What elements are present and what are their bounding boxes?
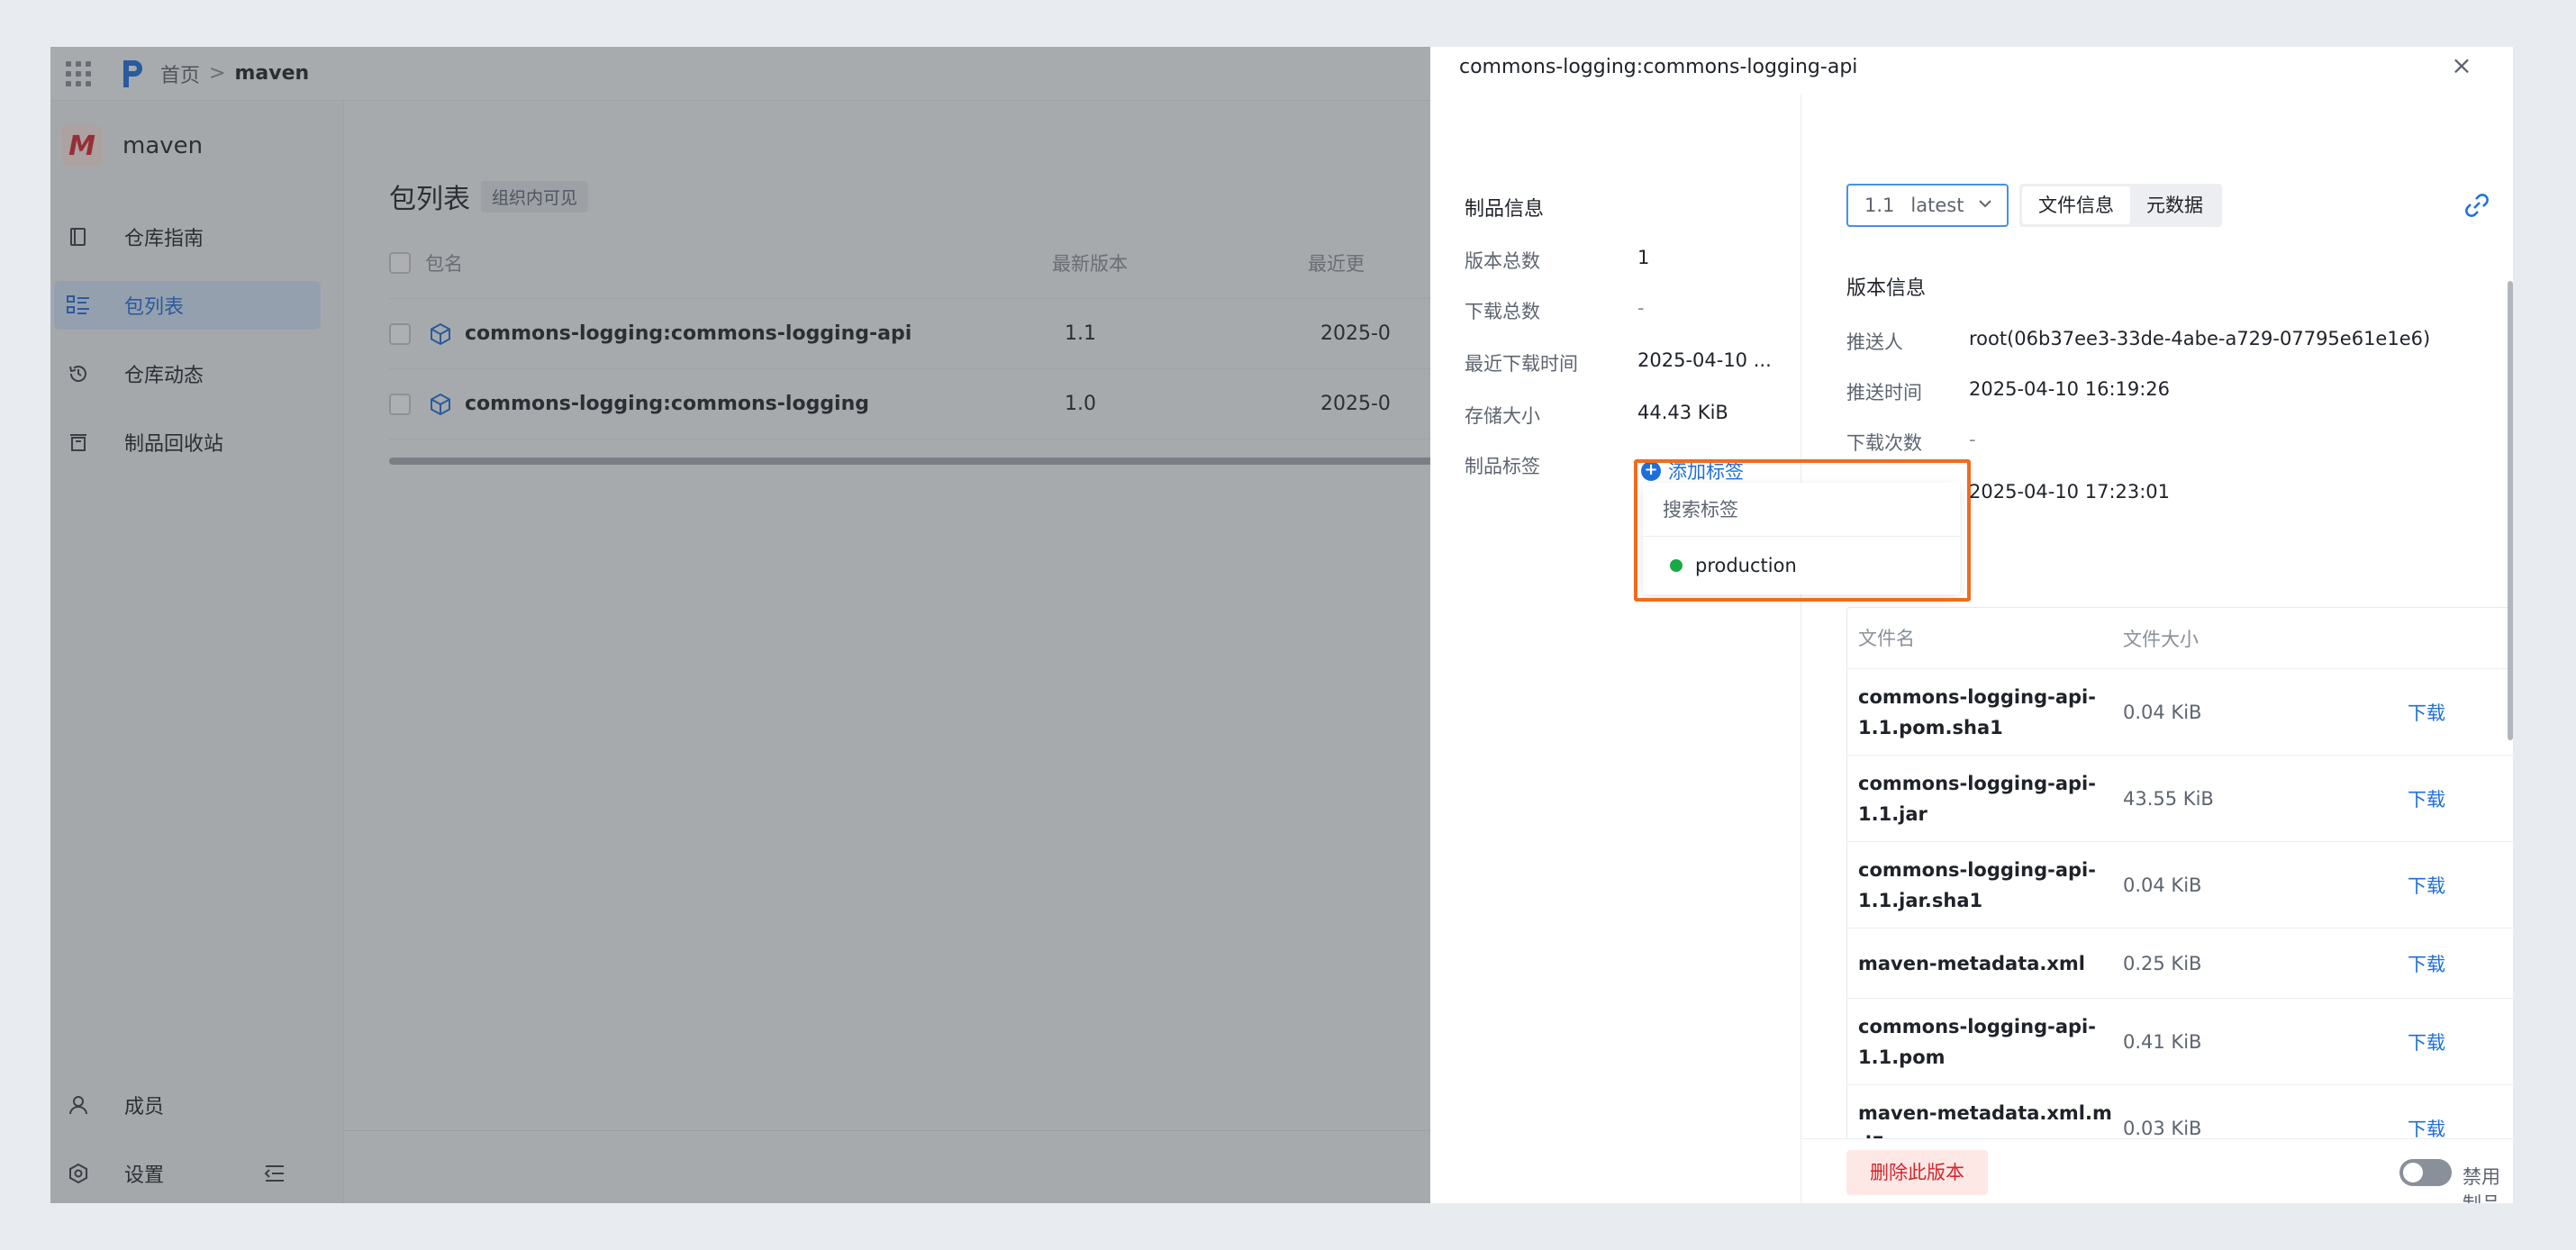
- column-header-filesize: 文件大小: [2123, 628, 2199, 650]
- download-link[interactable]: 下载: [2408, 699, 2445, 726]
- file-name: commons-logging-api- 1.1.pom.sha1: [1858, 685, 2096, 738]
- info-label: 版本总数: [1465, 250, 1540, 272]
- section-title: 版本信息: [1846, 277, 1927, 300]
- file-name: commons-logging-api- 1.1.jar.sha1: [1858, 858, 2096, 911]
- info-label: 推送人: [1846, 331, 1903, 353]
- download-link[interactable]: 下载: [2408, 950, 2445, 977]
- version-tag: latest: [1910, 195, 1964, 216]
- version-select[interactable]: 1.1 latest: [1846, 184, 2009, 227]
- version-value: 1.1: [1864, 195, 1895, 216]
- drawer-title: commons-logging:commons-logging-api: [1459, 56, 1858, 78]
- info-value: 44.43 KiB: [1637, 402, 1728, 423]
- file-row: maven-metadata.xml 0.25 KiB 下载: [1847, 928, 2513, 999]
- file-name: commons-logging-api- 1.1.pom: [1858, 1015, 2096, 1068]
- info-label: 推送时间: [1846, 382, 1922, 403]
- file-size: 0.03 KiB: [2123, 1117, 2202, 1139]
- section-title: 制品信息: [1465, 198, 1545, 221]
- info-label: 下载总数: [1465, 301, 1540, 322]
- info-label: 制品标签: [1465, 456, 1540, 477]
- link-icon[interactable]: [2463, 191, 2491, 220]
- package-detail-drawer: commons-logging:commons-logging-api × 制品…: [1430, 47, 2513, 1203]
- info-label: 下载次数: [1846, 432, 1922, 454]
- close-icon[interactable]: ×: [2446, 50, 2477, 81]
- info-value: 2025-04-10 17:23:01: [1969, 481, 2171, 503]
- disable-artifact-toggle[interactable]: [2399, 1159, 2452, 1186]
- download-link[interactable]: 下载: [2408, 872, 2445, 899]
- download-link[interactable]: 下载: [2408, 1115, 2445, 1142]
- file-row: commons-logging-api- 1.1.pom.sha1 0.04 Ki…: [1847, 669, 2513, 756]
- info-value: 1: [1637, 247, 1650, 268]
- chevron-down-icon: [1979, 200, 1991, 208]
- info-value: -: [1637, 297, 1645, 319]
- file-table-header: 文件名 文件大小: [1847, 608, 2513, 669]
- info-value: root(06b37ee3-33de-4abe-a729-07795e61e1e…: [1969, 328, 2431, 349]
- tab-file-info[interactable]: 文件信息: [2022, 186, 2130, 224]
- delete-version-button[interactable]: 删除此版本: [1846, 1150, 1988, 1195]
- file-size: 43.55 KiB: [2123, 787, 2214, 810]
- app-window: 首页 > maven M maven 仓库指南 包列表 仓库动态 制品回收站 成…: [50, 47, 2513, 1203]
- file-row: commons-logging-api- 1.1.jar.sha1 0.04 Ki…: [1847, 842, 2513, 928]
- info-value: 2025-04-10 16:19:26: [1969, 378, 2171, 400]
- download-link[interactable]: 下载: [2408, 1028, 2445, 1055]
- disable-artifact-label: 禁用制品: [2463, 1166, 2500, 1203]
- file-name: commons-logging-api- 1.1.jar: [1858, 772, 2096, 825]
- file-size: 0.25 KiB: [2123, 952, 2202, 974]
- info-value: -: [1969, 429, 1976, 450]
- file-name: maven-metadata.xml: [1858, 952, 2085, 974]
- modal-overlay[interactable]: [50, 47, 1430, 1203]
- version-detail-panel: 1.1 latest 文件信息 元数据 版本信息 推送人 root(06b37e…: [1801, 94, 2513, 1203]
- file-row: commons-logging-api- 1.1.pom 0.41 KiB 下载: [1847, 999, 2513, 1085]
- info-label: 存储大小: [1465, 405, 1540, 427]
- file-size: 0.04 KiB: [2123, 874, 2202, 896]
- vertical-scrollbar[interactable]: [2508, 281, 2513, 740]
- file-size: 0.04 KiB: [2123, 701, 2202, 723]
- file-table: 文件名 文件大小 commons-logging-api- 1.1.pom.sha…: [1846, 607, 2513, 1173]
- view-tabs: 文件信息 元数据: [2019, 184, 2222, 227]
- file-row: commons-logging-api- 1.1.jar 43.55 KiB 下载: [1847, 756, 2513, 842]
- tab-metadata[interactable]: 元数据: [2130, 186, 2219, 224]
- package-info-panel: 制品信息 版本总数 1 下载总数 - 最近下载时间 2025-04-10 ...…: [1430, 94, 1971, 1203]
- file-size: 0.41 KiB: [2123, 1030, 2202, 1053]
- drawer-footer: 删除此版本 禁用制品: [1801, 1138, 2513, 1203]
- download-link[interactable]: 下载: [2408, 785, 2445, 812]
- info-label: 最近下载时间: [1465, 353, 1578, 375]
- info-value: 2025-04-10 ...: [1637, 349, 1772, 371]
- column-header-filename: 文件名: [1858, 627, 1915, 649]
